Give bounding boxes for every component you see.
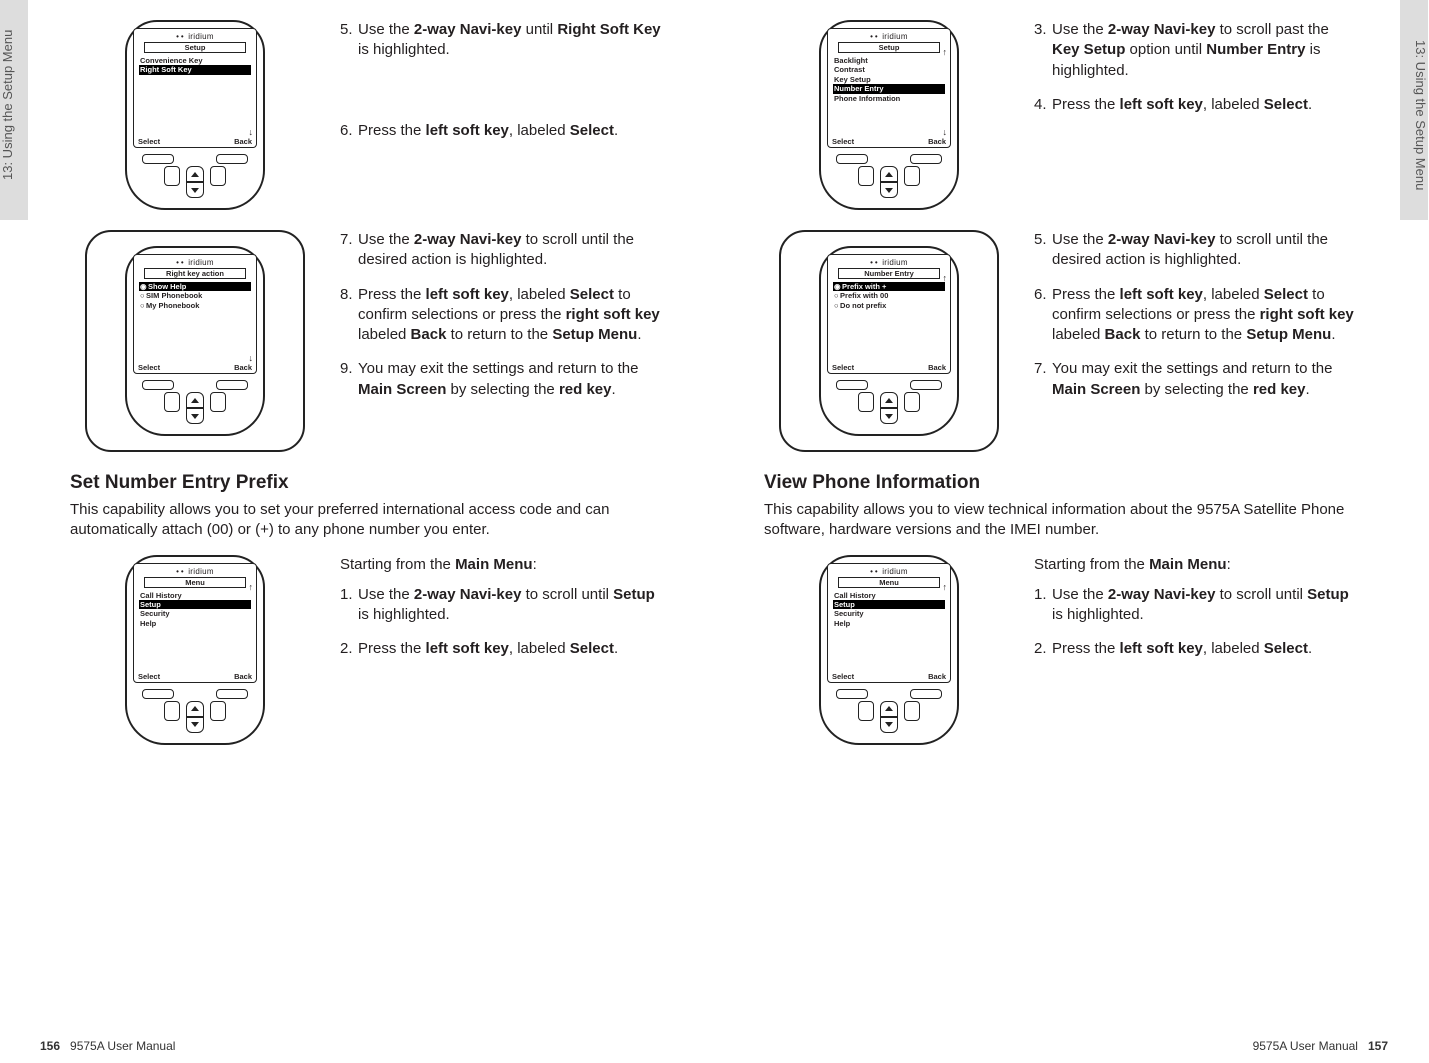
menu-item: Convenience Key bbox=[139, 56, 251, 65]
right-softkey[interactable] bbox=[216, 154, 248, 164]
section-desc: This capability allows you to set your p… bbox=[70, 500, 664, 541]
phone-illustration-2: iridium Right key action Show Help SIM P… bbox=[85, 230, 305, 452]
soft-right: Back bbox=[234, 137, 252, 146]
navi-up[interactable] bbox=[186, 166, 204, 182]
phone-illustration-1: iridium Setup Convenience Key Right Soft… bbox=[70, 20, 320, 210]
section-desc: This capability allows you to view techn… bbox=[764, 500, 1358, 541]
right-softkey[interactable] bbox=[216, 380, 248, 390]
scroll-down-icon: ↓ bbox=[249, 353, 254, 363]
side-key[interactable] bbox=[164, 166, 180, 186]
scroll-down-icon: ↓ bbox=[249, 127, 254, 137]
row-phone2: iridium Right key action Show Help SIM P… bbox=[70, 230, 664, 452]
footer-right: 9575A User Manual157 bbox=[1253, 1039, 1398, 1053]
phone-illustration-6: iridium Menu Call History Setup Security… bbox=[819, 555, 959, 745]
option: SIM Phonebook bbox=[139, 291, 251, 300]
section-title: View Phone Information bbox=[764, 472, 1358, 494]
instructions-5-6: 5.Use the 2-way Navi-key until Right Sof… bbox=[340, 20, 664, 155]
menu-highlight: Right Soft Key bbox=[139, 65, 251, 74]
left-softkey[interactable] bbox=[142, 380, 174, 390]
brand: iridium bbox=[138, 32, 252, 41]
red-key[interactable] bbox=[210, 166, 226, 186]
starting-from: Starting from the Main Menu: bbox=[340, 555, 664, 575]
row-phone1: iridium Setup Convenience Key Right Soft… bbox=[70, 20, 664, 210]
footer-left: 1569575A User Manual bbox=[30, 1039, 175, 1053]
section-title: Set Number Entry Prefix bbox=[70, 472, 664, 494]
chapter-tab: 13: Using the Setup Menu bbox=[1400, 0, 1428, 220]
screen-title: Setup bbox=[144, 42, 246, 53]
soft-left: Select bbox=[138, 137, 160, 146]
phone-illustration-3: iridium Menu Call History Setup Security… bbox=[125, 555, 265, 745]
scroll-up-icon: ↑ bbox=[249, 582, 254, 592]
navi-down[interactable] bbox=[186, 182, 204, 198]
page-right: 13: Using the Setup Menu iridium Setup B… bbox=[714, 0, 1428, 1063]
phone-illustration-4: iridium Setup Backlight Contrast Key Set… bbox=[819, 20, 959, 210]
phone-illustration-5: iridium Number Entry Prefix with + Prefi… bbox=[779, 230, 999, 452]
left-softkey[interactable] bbox=[142, 154, 174, 164]
page-left: 13: Using the Setup Menu iridium Setup C… bbox=[0, 0, 714, 1063]
row-phone3: iridium Menu Call History Setup Security… bbox=[70, 555, 664, 745]
keypad bbox=[133, 154, 257, 198]
chapter-tab: 13: Using the Setup Menu bbox=[0, 0, 28, 220]
option: My Phonebook bbox=[139, 301, 251, 310]
option-selected: Show Help bbox=[139, 282, 251, 291]
